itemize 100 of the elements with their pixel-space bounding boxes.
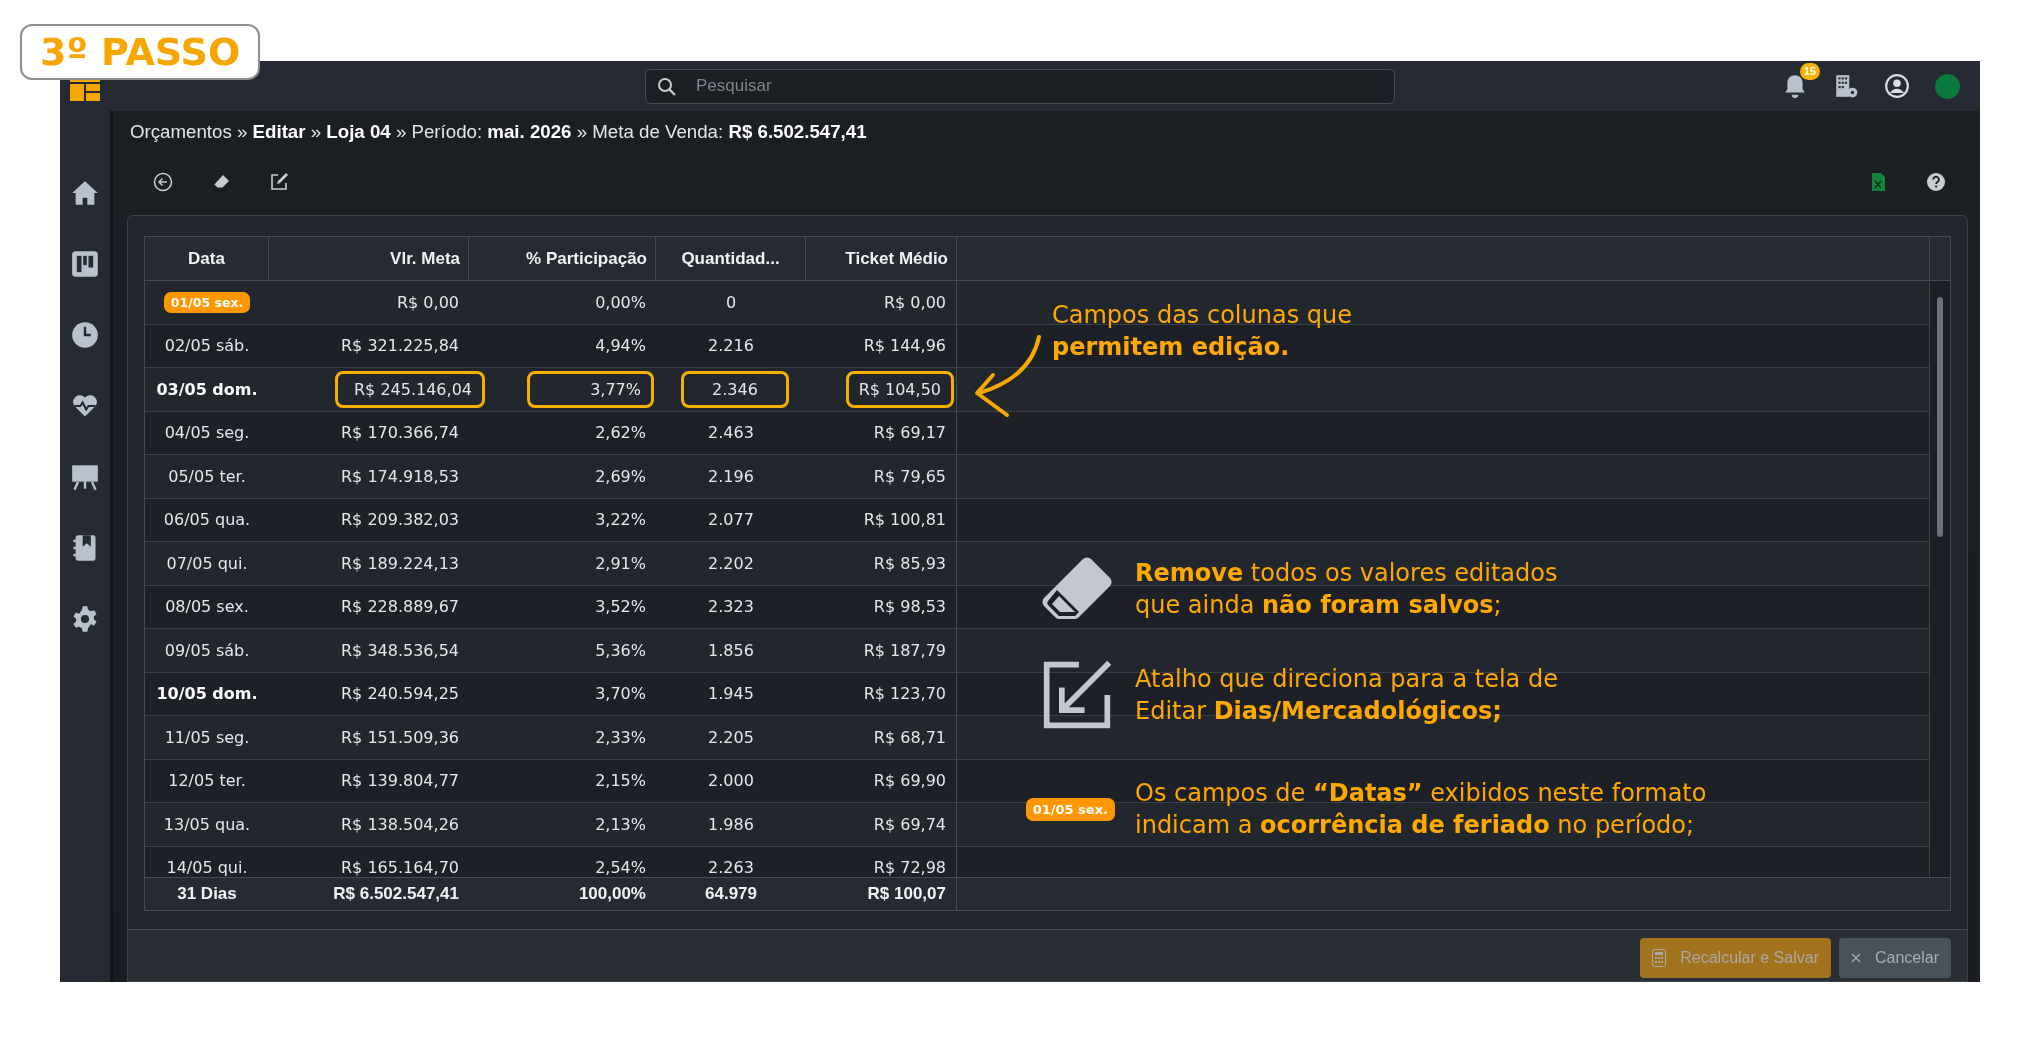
table-cell[interactable]: 2,54% — [595, 858, 646, 877]
table-cell[interactable]: 1.856 — [708, 640, 754, 660]
board-icon[interactable] — [71, 250, 99, 278]
table-cell[interactable]: 5,36% — [595, 640, 646, 660]
column-header[interactable]: Quantidad... — [656, 237, 806, 280]
notebook-icon[interactable] — [71, 534, 99, 562]
table-cell[interactable]: R$ 123,70 — [863, 684, 946, 704]
table-cell[interactable]: 2.077 — [708, 510, 754, 530]
bell-icon[interactable] — [1782, 73, 1808, 99]
table-cell[interactable]: R$ 0,00 — [397, 292, 459, 312]
table-cell: 11/05 seg. — [164, 727, 250, 747]
total-cell: R$ 100,07 — [867, 884, 946, 904]
table-cell: 07/05 qui. — [166, 553, 248, 573]
table-cell[interactable]: R$ 69,17 — [873, 423, 946, 443]
table-cell[interactable]: R$ 138.504,26 — [341, 814, 459, 834]
column-header[interactable]: Ticket Médio — [806, 237, 957, 280]
table-cell[interactable]: 3,52% — [595, 597, 646, 617]
table-cell[interactable]: R$ 0,00 — [884, 292, 946, 312]
table-cell[interactable]: R$ 170.366,74 — [341, 423, 459, 443]
highlighted-table-cell[interactable]: 3,77% — [527, 370, 654, 408]
step-badge: 3º PASSO — [20, 24, 261, 80]
building-gear-icon[interactable] — [1833, 73, 1859, 99]
search-field[interactable]: Pesquisar — [645, 68, 1395, 104]
edit-icon[interactable] — [269, 172, 289, 192]
close-icon — [1850, 953, 1861, 963]
table-cell[interactable]: 2,15% — [595, 771, 646, 791]
table-cell: 09/05 sáb. — [164, 640, 250, 660]
table-cell: 02/05 sáb. — [164, 336, 250, 356]
annotation-text: Remove todos os valores editados que ainda não foram salvos; — [1135, 558, 1558, 621]
table-cell[interactable]: 3,70% — [595, 684, 646, 704]
table-cell[interactable]: R$ 189.224,13 — [341, 553, 459, 573]
table-cell[interactable]: R$ 209.382,03 — [341, 510, 459, 530]
table-cell[interactable]: R$ 68,71 — [873, 727, 946, 747]
table-cell[interactable]: 2.323 — [708, 597, 754, 617]
table-cell[interactable]: R$ 321.225,84 — [341, 336, 459, 356]
highlighted-table-cell[interactable]: R$ 245.146,04 — [335, 370, 485, 408]
highlighted-table-cell[interactable]: R$ 104,50 — [845, 370, 954, 408]
easel-icon[interactable] — [71, 463, 99, 491]
annotation-text: Atalho que direciona para a tela de Editar Dias/Mercadológicos; — [1135, 664, 1558, 727]
table-cell: 13/05 qua. — [163, 814, 251, 834]
table-cell[interactable]: 2,33% — [595, 727, 646, 747]
table-cell[interactable]: R$ 165.164,70 — [341, 858, 459, 877]
table-cell[interactable]: R$ 139.804,77 — [341, 771, 459, 791]
table-cell: 12/05 ter. — [168, 771, 246, 791]
table-cell[interactable]: 2.263 — [708, 858, 754, 877]
holiday-date-badge: 01/05 sex. — [163, 291, 251, 313]
home-icon[interactable] — [71, 179, 99, 207]
notification-badge: 15 — [1799, 63, 1820, 80]
table-cell[interactable]: 2.000 — [708, 771, 754, 791]
total-cell: R$ 6.502.547,41 — [333, 884, 459, 904]
column-header[interactable]: % Participação — [469, 237, 656, 280]
table-cell[interactable]: R$ 187,79 — [863, 640, 946, 660]
column-header[interactable]: Vlr. Meta — [269, 237, 469, 280]
table-cell[interactable]: 0 — [725, 292, 737, 312]
table-cell[interactable]: R$ 85,93 — [873, 553, 946, 573]
table-cell: 14/05 qui. — [166, 858, 248, 877]
table-cell[interactable]: R$ 240.594,25 — [341, 684, 459, 704]
table-cell: 06/05 qua. — [163, 510, 251, 530]
table-cell[interactable]: 2,91% — [595, 553, 646, 573]
breadcrumb: Orçamentos » Editar » Loja 04 » Período: mai. 2026 » Meta de Venda: R$ 6.502.547,41 — [129, 120, 868, 144]
table-cell[interactable]: 1.986 — [708, 814, 754, 834]
help-icon[interactable] — [1926, 172, 1946, 192]
table-cell[interactable]: R$ 72,98 — [873, 858, 946, 877]
table-cell[interactable]: R$ 174.918,53 — [341, 466, 459, 486]
column-header[interactable]: Data — [145, 237, 269, 280]
status-dot — [1935, 73, 1960, 99]
total-cell: 31 Dias — [177, 884, 237, 904]
table-cell[interactable]: 2,13% — [595, 814, 646, 834]
table-cell[interactable]: R$ 100,81 — [863, 510, 946, 530]
annotation-text: Os campos de “Datas” exibidos neste formato indicam a ocorrência de feriado no período; — [1135, 778, 1707, 841]
annotation-text: Campos das colunas que permitem edição. — [1052, 300, 1353, 363]
table-cell[interactable]: 2.205 — [708, 727, 754, 747]
scrollbar[interactable] — [1929, 281, 1950, 877]
table-cell: 05/05 ter. — [168, 466, 246, 486]
search-icon — [657, 76, 677, 97]
table-cell: 03/05 dom. — [156, 379, 258, 399]
table-cell[interactable]: 2,69% — [595, 466, 646, 486]
table-cell[interactable]: 2.202 — [708, 553, 754, 573]
table-cell[interactable]: R$ 144,96 — [863, 336, 946, 356]
total-cell: 100,00% — [578, 884, 646, 904]
highlighted-table-cell[interactable]: 2.346 — [681, 370, 789, 408]
table-cell[interactable]: 3,22% — [595, 510, 646, 530]
table-cell[interactable]: R$ 151.509,36 — [341, 727, 459, 747]
clock-icon[interactable] — [71, 321, 99, 349]
table-cell[interactable]: 2.196 — [708, 466, 754, 486]
table-cell[interactable]: 2,62% — [595, 423, 646, 443]
table-cell[interactable]: R$ 69,74 — [873, 814, 946, 834]
settings-icon[interactable] — [71, 605, 99, 633]
table-cell[interactable]: 4,94% — [595, 336, 646, 356]
total-cell: 64.979 — [705, 884, 757, 904]
table-cell[interactable]: R$ 348.536,54 — [341, 640, 459, 660]
user-icon[interactable] — [1884, 73, 1910, 99]
table-cell[interactable]: 1.945 — [708, 684, 754, 704]
table-cell[interactable]: 2.216 — [708, 336, 754, 356]
table-cell[interactable]: R$ 228.889,67 — [341, 597, 459, 617]
table-cell[interactable]: 0,00% — [595, 292, 646, 312]
table-cell[interactable]: 2.463 — [708, 423, 754, 443]
table-cell[interactable]: R$ 98,53 — [873, 597, 946, 617]
table-cell[interactable]: R$ 69,90 — [873, 771, 946, 791]
table-cell[interactable]: R$ 79,65 — [873, 466, 946, 486]
